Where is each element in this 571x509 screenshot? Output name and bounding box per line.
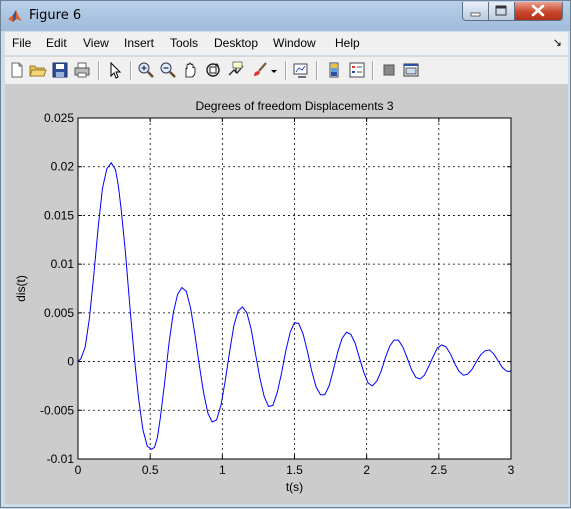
y-tick-label: -0.005 — [40, 403, 74, 417]
maximize-button[interactable] — [489, 2, 515, 21]
x-tick-label: 0 — [75, 463, 82, 477]
y-tick-label: 0.015 — [44, 208, 74, 222]
menu-help[interactable]: Help — [335, 36, 360, 50]
dock-arrow-icon[interactable]: ↘ — [553, 36, 562, 49]
x-tick-label: 1 — [219, 463, 226, 477]
y-tick-label: 0.025 — [44, 111, 74, 125]
zoom-in-icon[interactable] — [137, 61, 155, 79]
menu-desktop[interactable]: Desktop — [214, 36, 258, 50]
toolbar-separator — [372, 61, 374, 80]
minimize-icon — [470, 12, 481, 17]
y-tick-label: 0.02 — [51, 160, 75, 174]
plot-axes[interactable]: 0 0.5 1 1.5 2 2.5 3 -0.01 -0.005 0 0.005 0.01 0.015 0… — [5, 84, 568, 504]
menu-bar: File Edit View Insert Tools Desktop Wind… — [5, 32, 568, 55]
title-bar[interactable]: Figure 6 — [1, 1, 570, 31]
colorbar-icon[interactable] — [325, 61, 343, 79]
x-tick-label: 0.5 — [142, 463, 159, 477]
pointer-icon[interactable] — [106, 61, 124, 79]
save-icon[interactable] — [51, 61, 69, 79]
chart-title: Degrees of freedom Displacements 3 — [195, 99, 393, 113]
toolbar-separator — [285, 61, 287, 80]
x-tick-label: 1.5 — [286, 463, 303, 477]
figure-canvas: 0 0.5 1 1.5 2 2.5 3 -0.01 -0.005 0 0.005 0.01 0.015 0… — [5, 84, 568, 504]
menu-edit[interactable]: Edit — [46, 36, 67, 50]
rotate-icon[interactable] — [204, 61, 222, 79]
maximize-icon — [495, 5, 507, 16]
menu-tools[interactable]: Tools — [170, 36, 198, 50]
minimize-button[interactable] — [462, 2, 489, 21]
pan-icon[interactable] — [181, 61, 199, 79]
brush-icon[interactable] — [251, 61, 269, 79]
menu-window[interactable]: Window — [273, 36, 316, 50]
y-tick-label: 0.01 — [51, 257, 75, 271]
toolbar-separator — [130, 61, 132, 80]
close-button[interactable] — [515, 2, 563, 21]
legend-icon[interactable] — [348, 61, 366, 79]
show-plot-tools-icon[interactable] — [402, 61, 420, 79]
zoom-out-icon[interactable] — [159, 61, 177, 79]
print-icon[interactable] — [73, 61, 91, 79]
data-cursor-icon[interactable] — [227, 61, 245, 79]
toolbar-separator — [98, 61, 100, 80]
menu-file[interactable]: File — [12, 36, 31, 50]
brush-dropdown-icon[interactable] — [269, 61, 279, 79]
toolbar-separator — [316, 61, 318, 80]
y-tick-label: 0 — [67, 355, 74, 369]
matlab-logo-icon — [8, 10, 22, 22]
open-file-icon[interactable] — [29, 61, 47, 79]
close-icon — [531, 4, 545, 17]
x-tick-label: 2 — [363, 463, 370, 477]
new-figure-icon[interactable] — [8, 61, 26, 79]
x-tick-label: 3 — [508, 463, 515, 477]
y-axis-label: dis(t) — [14, 275, 28, 302]
x-tick-label: 2.5 — [430, 463, 447, 477]
x-axis-label: t(s) — [286, 480, 303, 494]
menu-insert[interactable]: Insert — [124, 36, 154, 50]
hide-plot-tools-icon[interactable] — [380, 61, 398, 79]
y-tick-label: -0.01 — [47, 452, 75, 466]
link-plot-icon[interactable] — [292, 61, 310, 79]
window-title: Figure 6 — [29, 8, 82, 23]
y-tick-label: 0.005 — [44, 306, 74, 320]
figure-window: Figure 6 File Edit View Insert Tools Des… — [0, 0, 571, 508]
figure-toolbar — [5, 56, 568, 85]
menu-view[interactable]: View — [83, 36, 109, 50]
